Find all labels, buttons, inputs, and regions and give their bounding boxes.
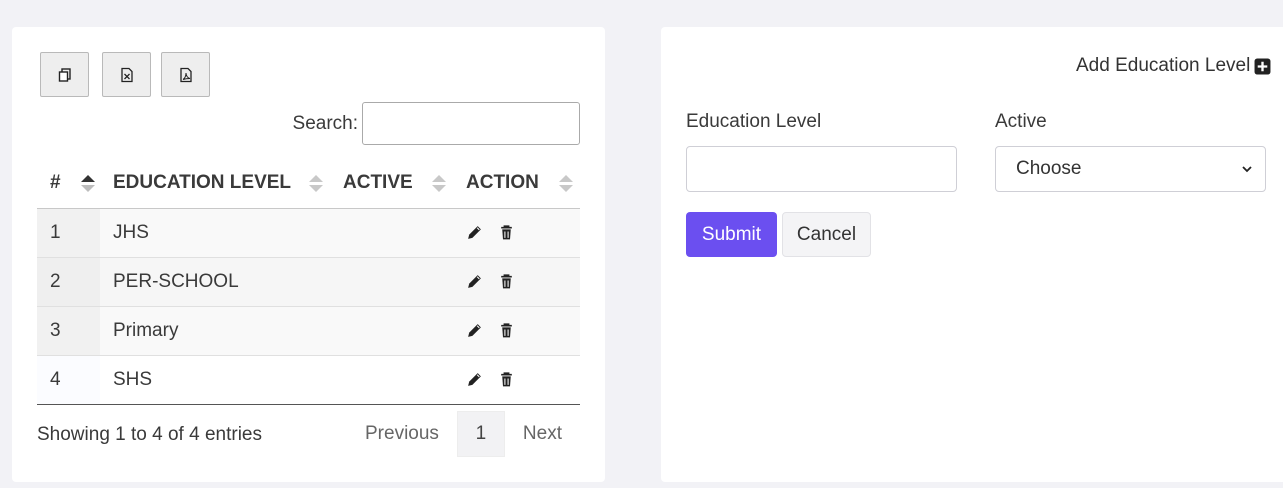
row-actions — [453, 355, 580, 405]
pagination-next[interactable]: Next — [505, 411, 580, 457]
active-label: Active — [995, 111, 1047, 132]
row-education-level: PER-SCHOOL — [100, 257, 330, 307]
row-education-level: Primary — [100, 306, 330, 356]
row-education-level: SHS — [100, 355, 330, 405]
plus-square-icon — [1254, 58, 1271, 74]
education-level-form-card: Add Education Level Education Level Acti… — [661, 27, 1283, 482]
edit-icon[interactable] — [466, 273, 483, 290]
row-active — [330, 257, 453, 307]
pdf-export-button[interactable] — [161, 52, 210, 97]
add-education-level-label: Add Education Level — [1076, 55, 1251, 76]
row-active — [330, 306, 453, 356]
search-label: Search: — [292, 112, 358, 134]
column-header-label: # — [50, 171, 61, 193]
edit-icon[interactable] — [466, 224, 483, 241]
row-actions — [453, 257, 580, 307]
column-header-number[interactable]: # — [37, 158, 100, 209]
column-header-education-level[interactable]: EDUCATION LEVEL — [100, 158, 330, 209]
row-number: 2 — [37, 257, 100, 307]
table-row: 1 JHS — [37, 208, 580, 258]
row-number: 1 — [37, 208, 100, 258]
table-row: 2 PER-SCHOOL — [37, 257, 580, 307]
education-level-label: Education Level — [686, 111, 822, 132]
row-active — [330, 208, 453, 258]
active-select-value: Choose — [1016, 158, 1082, 179]
sort-icon — [309, 174, 323, 192]
pdf-icon — [179, 67, 192, 82]
search-input[interactable] — [362, 102, 580, 145]
pagination-page-1[interactable]: 1 — [456, 411, 505, 457]
row-actions — [453, 306, 580, 356]
submit-button[interactable]: Submit — [686, 212, 777, 257]
row-number: 3 — [37, 306, 100, 356]
row-number: 4 — [37, 355, 100, 405]
delete-icon[interactable] — [498, 322, 515, 339]
delete-icon[interactable] — [498, 371, 515, 388]
edit-icon[interactable] — [466, 322, 483, 339]
excel-icon — [120, 67, 133, 82]
add-education-level-link[interactable]: Add Education Level — [1076, 55, 1271, 77]
excel-export-button[interactable] — [102, 52, 151, 97]
table-row: 3 Primary — [37, 306, 580, 356]
column-header-label: ACTIVE — [343, 171, 413, 193]
chevron-down-icon — [1242, 166, 1252, 173]
row-actions — [453, 208, 580, 258]
pagination-previous[interactable]: Previous — [347, 411, 457, 457]
pagination: Previous 1 Next — [347, 411, 580, 457]
table-info: Showing 1 to 4 of 4 entries — [37, 424, 262, 445]
column-header-label: ACTION — [466, 171, 539, 193]
education-level-table: # EDUCATION LEVEL ACTIVE ACTION 1 JHS 2 … — [37, 158, 580, 405]
column-header-active[interactable]: ACTIVE — [330, 158, 453, 209]
sort-icon — [559, 174, 573, 192]
search-control: Search: — [293, 102, 580, 145]
sort-icon — [432, 174, 446, 192]
copy-button[interactable] — [40, 52, 89, 97]
cancel-button[interactable]: Cancel — [782, 212, 871, 257]
edit-icon[interactable] — [466, 371, 483, 388]
column-header-label: EDUCATION LEVEL — [113, 171, 292, 193]
row-education-level: JHS — [100, 208, 330, 258]
column-header-action[interactable]: ACTION — [453, 158, 580, 209]
active-select[interactable]: Choose — [995, 146, 1266, 192]
delete-icon[interactable] — [498, 224, 515, 241]
table-header-row: # EDUCATION LEVEL ACTIVE ACTION — [37, 158, 580, 209]
sort-ascending-icon — [81, 174, 95, 192]
copy-icon — [58, 67, 71, 82]
row-active — [330, 355, 453, 405]
education-level-table-card: Search: # EDUCATION LEVEL ACTIVE ACTION … — [12, 27, 605, 482]
education-level-input[interactable] — [686, 146, 957, 192]
delete-icon[interactable] — [498, 273, 515, 290]
table-row: 4 SHS — [37, 355, 580, 405]
